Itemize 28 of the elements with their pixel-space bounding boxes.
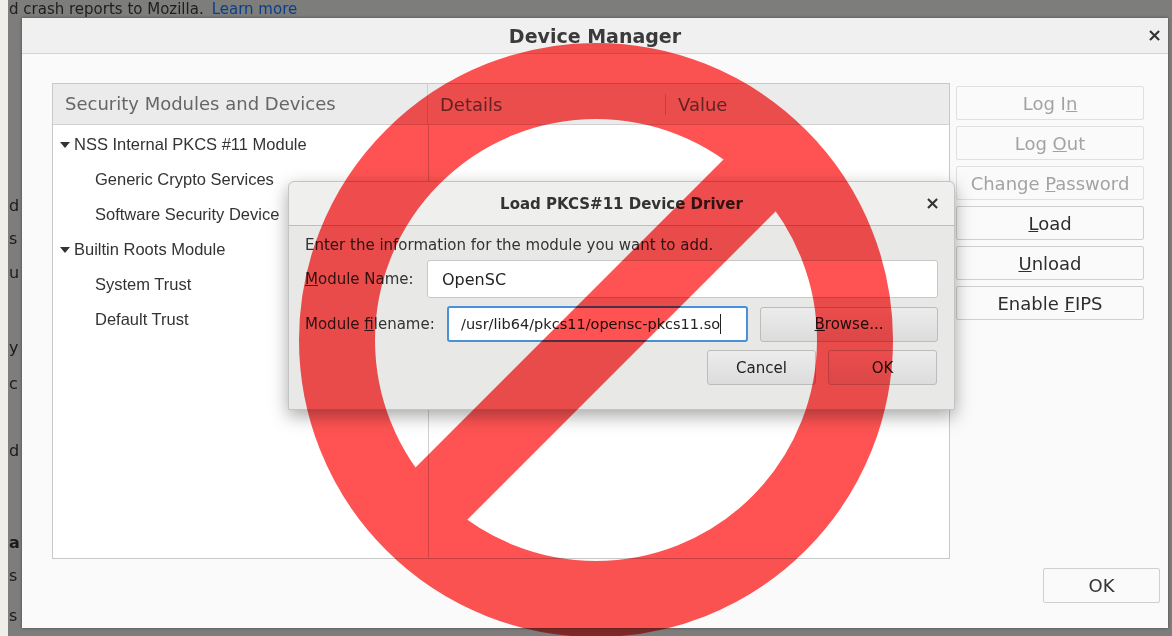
page-text: d bbox=[9, 441, 20, 460]
side-button[interactable]: Load bbox=[956, 206, 1144, 240]
column-header[interactable]: Security Modules and Devices bbox=[53, 84, 428, 124]
close-button[interactable]: × bbox=[924, 192, 940, 213]
side-button[interactable]: Unload bbox=[956, 246, 1144, 280]
expander-icon[interactable] bbox=[60, 139, 70, 150]
page-text: s bbox=[9, 566, 18, 585]
page-text: u bbox=[9, 263, 20, 282]
side-button[interactable]: Enable FIPS bbox=[956, 286, 1144, 320]
expander-icon[interactable] bbox=[60, 244, 70, 255]
page-text: s bbox=[9, 229, 18, 248]
window-title: Device Manager bbox=[508, 24, 682, 47]
page-text: a bbox=[9, 533, 20, 552]
tree-item[interactable]: NSS Internal PKCS #11 Module bbox=[60, 127, 307, 162]
tree-item[interactable]: System Trust bbox=[95, 267, 192, 302]
tree-item[interactable]: Builtin Roots Module bbox=[60, 232, 226, 267]
dialog-button[interactable]: Cancel bbox=[707, 350, 816, 385]
ok-button[interactable]: OK bbox=[1043, 568, 1160, 603]
tree-item[interactable]: Generic Crypto Services bbox=[95, 162, 274, 197]
tree-item[interactable]: Default Trust bbox=[95, 302, 189, 337]
page-text: c bbox=[9, 374, 18, 393]
close-button[interactable]: × bbox=[1146, 24, 1162, 45]
page-text: d bbox=[9, 196, 20, 215]
page-text: s bbox=[9, 606, 18, 625]
tree-item[interactable]: Software Security Device bbox=[95, 197, 280, 232]
page-text: d crash reports to Mozilla. bbox=[9, 0, 204, 18]
page-text: y bbox=[9, 338, 19, 357]
field-label: Module filename: bbox=[305, 315, 436, 333]
